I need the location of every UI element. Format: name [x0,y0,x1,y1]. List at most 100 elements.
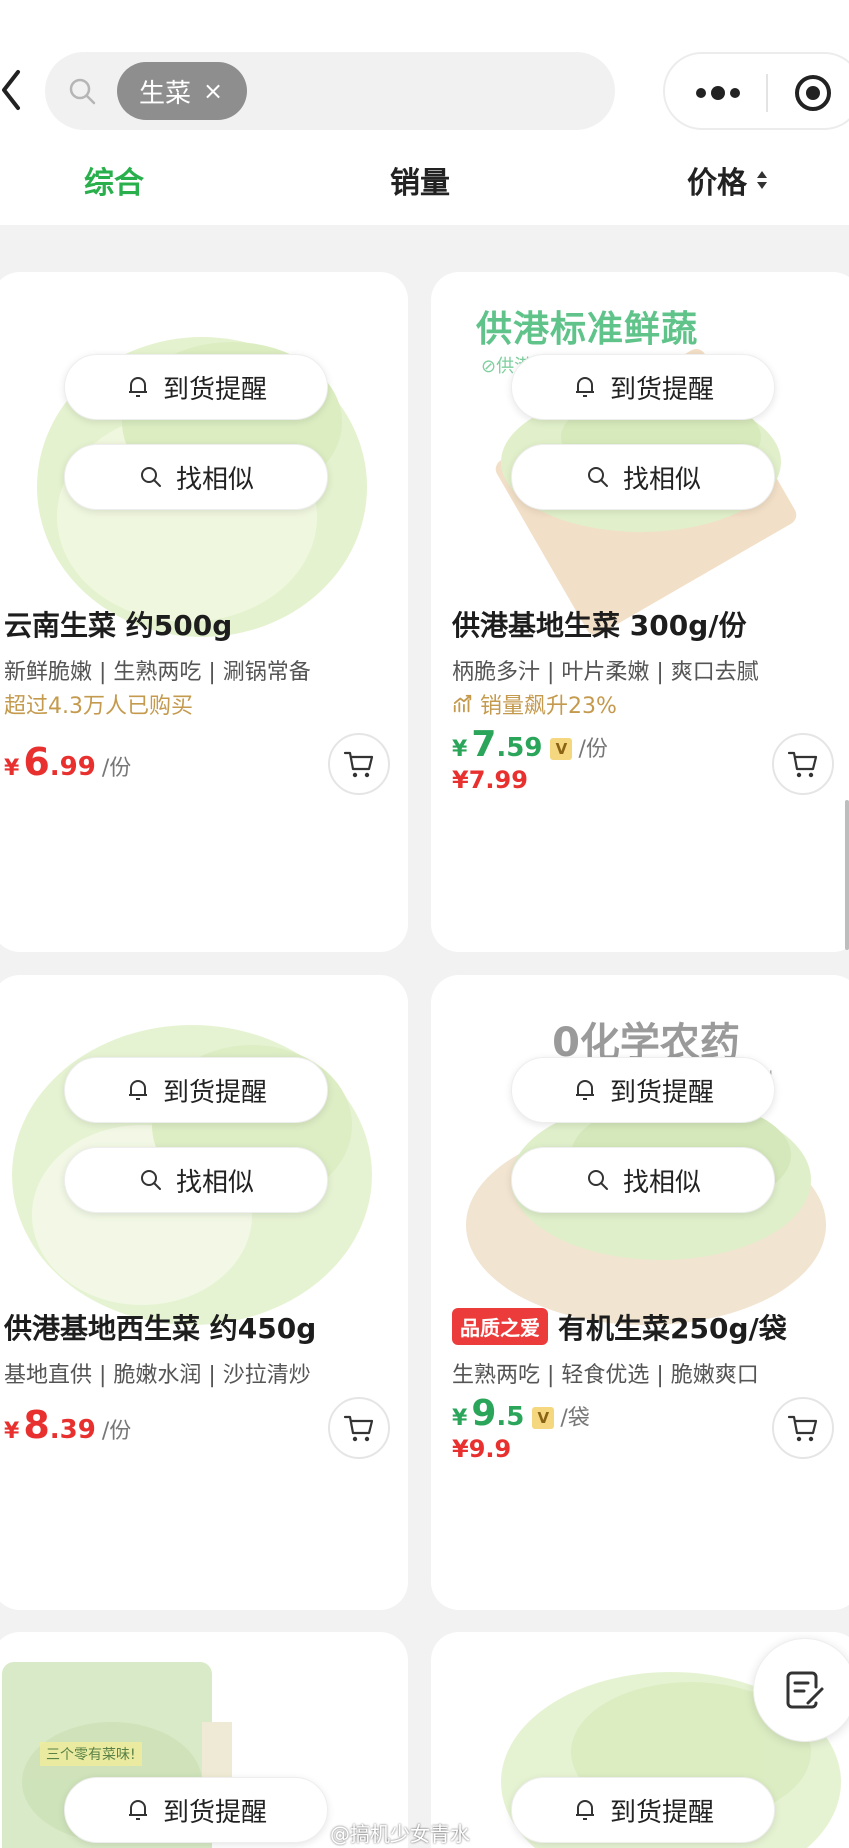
more-dots-icon[interactable] [693,78,743,108]
product-card[interactable]: 到货提醒 找相似 供港基地西生菜 约450g 基地直供 | 脆嫩水润 | 沙拉清… [0,975,408,1610]
bell-icon [575,1800,594,1820]
bell-icon [575,377,594,397]
product-card[interactable]: 到货提醒 找相似 云南生菜 约500g 新鲜脆嫩 | 生熟两吃 | 涮锅常备 超… [0,272,408,952]
product-title-text: 有机生菜250g/袋 [558,1312,787,1345]
search-icon [69,78,96,105]
search-icon [587,467,608,487]
member-price-integer: 7 [471,724,497,765]
search-icon [587,1170,608,1190]
banner-title: 供港标准鲜蔬 [476,309,699,350]
notify-label: 到货提醒 [162,1077,267,1108]
price-unit: /份 [578,737,608,762]
member-price-decimal: .59 [496,733,543,763]
product-title: 品质之爱 有机生菜250g/袋 [452,1307,787,1348]
tab-price[interactable]: 价格 [687,158,769,202]
cart-icon [787,1415,818,1442]
bell-icon [128,1800,147,1820]
similar-label: 找相似 [175,1167,254,1198]
product-title: 供港基地西生菜 约450g [4,1312,317,1345]
price-decimal: .39 [49,1415,96,1445]
arrival-notify-button[interactable]: 到货提醒 [64,1777,328,1843]
cart-icon [787,751,818,778]
arrival-notify-button[interactable]: 到货提醒 [64,354,328,420]
product-desc: 基地直供 | 脆嫩水润 | 沙拉清炒 [4,1363,311,1388]
similar-label: 找相似 [622,464,701,495]
notify-label: 到货提醒 [609,1077,714,1108]
arrival-notify-button[interactable]: 到货提醒 [511,1057,775,1123]
currency-symbol: ¥ [452,1406,468,1431]
currency-symbol: ¥ [4,1419,20,1444]
cart-icon [343,751,374,778]
bell-icon [575,1080,594,1100]
similar-label: 找相似 [175,464,254,495]
original-price: ¥9.9 [452,1435,512,1463]
product-card[interactable]: 0化学农药 种植过程不使用化学农药和化学肥料 到货提醒 找相似 品质之爱有机生菜… [431,975,849,1610]
member-price-integer: 9 [471,1393,497,1434]
product-card[interactable]: 三个零有菜味! 到货提醒 [0,1632,408,1848]
price-integer: 8 [23,1403,50,1447]
arrival-notify-button[interactable]: 到货提醒 [511,354,775,420]
bell-icon [128,377,147,397]
cart-icon [343,1415,374,1442]
member-price-decimal: .5 [496,1402,525,1432]
member-badge: V [550,738,573,760]
back-arrow-icon[interactable] [0,66,24,114]
member-price: ¥ 7 .59 V /份 [452,724,608,765]
price-unit: /袋 [560,1406,590,1431]
product-desc: 生熟两吃 | 轻食优选 | 脆嫩爽口 [452,1363,759,1388]
add-to-cart-button[interactable] [772,1397,834,1459]
find-similar-button[interactable]: 找相似 [64,444,328,510]
watermark: @搞机少女青水 [330,1822,470,1846]
similar-label: 找相似 [622,1167,701,1198]
member-badge: V [532,1407,555,1429]
product-card[interactable]: 供港标准鲜蔬 ⊘供港标准 ⊘农残监控 ⊘食安保障 到货提醒 找相似 供港基地生菜… [431,272,849,952]
list-edit-icon [786,1671,824,1709]
promo-text: 超过4.3万人已购买 [4,694,193,719]
find-similar-button[interactable]: 找相似 [64,1147,328,1213]
notify-label: 到货提醒 [162,1797,267,1828]
currency-symbol: ¥ [452,737,468,762]
member-price: ¥ 9 .5 V /袋 [452,1393,590,1434]
sales-trend: 销量飙升23% [452,688,617,720]
package-label: 三个零有菜味! [40,1742,142,1766]
chip-close-icon[interactable]: × [203,79,223,103]
product-desc: 柄脆多汁 | 叶片柔嫩 | 爽口去腻 [452,660,759,685]
add-to-cart-button[interactable] [772,733,834,795]
search-icon [140,1170,161,1190]
tab-comprehensive[interactable]: 综合 [84,158,144,202]
original-price: ¥7.99 [452,766,528,794]
add-to-cart-button[interactable] [328,733,390,795]
sort-tabs: 综合 销量 价格 [0,150,849,210]
product-desc: 新鲜脆嫩 | 生熟两吃 | 涮锅常备 [4,660,311,685]
tab-price-label: 价格 [687,166,747,201]
close-target-icon[interactable] [793,73,833,113]
price-unit: /份 [101,756,132,781]
tab-sales[interactable]: 销量 [390,158,450,202]
notify-label: 到货提醒 [162,374,267,405]
notify-label: 到货提醒 [609,1797,714,1828]
price-integer: 6 [23,740,50,784]
find-similar-button[interactable]: 找相似 [511,1147,775,1213]
scroll-indicator [845,800,849,950]
promo-text: 销量飙升23% [480,694,617,719]
top-bar: 生菜 × 综合 销量 价格 [0,0,849,225]
chip-label: 生菜 [139,78,192,109]
product-title: 云南生菜 约500g [4,609,233,642]
mini-program-capsule [663,52,849,130]
search-keyword-chip[interactable]: 生菜 × [117,62,248,120]
arrival-notify-button[interactable]: 到货提醒 [64,1057,328,1123]
notify-label: 到货提醒 [609,374,714,405]
sort-arrows-icon [757,171,767,189]
price-unit: /份 [101,1419,132,1444]
arrival-notify-button[interactable]: 到货提醒 [511,1777,775,1843]
price: ¥ 6 .99 /份 [4,740,131,784]
quality-tag: 品质之爱 [452,1308,548,1345]
price-decimal: .99 [49,752,96,782]
search-bar[interactable]: 生菜 × [45,52,615,130]
product-title: 供港基地生菜 300g/份 [452,609,747,642]
floating-list-button[interactable] [753,1638,849,1742]
currency-symbol: ¥ [4,756,20,781]
add-to-cart-button[interactable] [328,1397,390,1459]
find-similar-button[interactable]: 找相似 [511,444,775,510]
capsule-divider [766,74,768,112]
